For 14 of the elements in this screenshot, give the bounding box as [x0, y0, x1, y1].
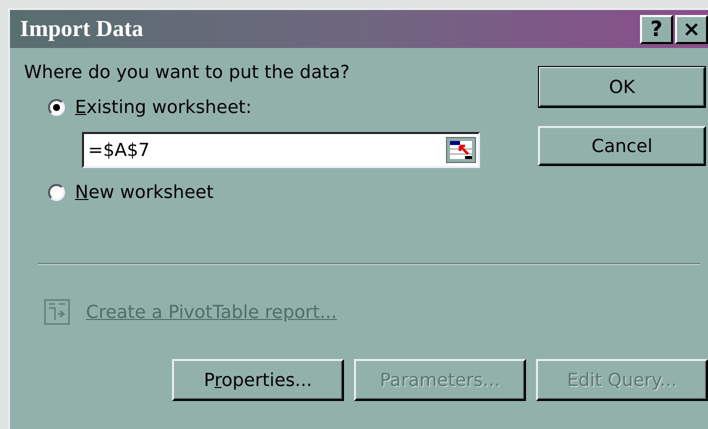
- properties-button[interactable]: Properties...: [172, 359, 344, 401]
- option-label[interactable]: New worksheet: [75, 182, 214, 203]
- radio-button[interactable]: [48, 99, 65, 116]
- ok-button[interactable]: OK: [538, 66, 706, 108]
- window-title: Import Data: [20, 16, 144, 42]
- range-field[interactable]: =$A$7: [82, 132, 480, 168]
- collapse-dialog-icon[interactable]: [446, 137, 476, 163]
- option-label[interactable]: Existing worksheet:: [75, 97, 252, 118]
- pivot-table-icon: [44, 299, 70, 325]
- close-button[interactable]: ×: [675, 14, 708, 44]
- radio-button[interactable]: [48, 184, 65, 201]
- help-button[interactable]: ?: [640, 14, 673, 44]
- cancel-button[interactable]: Cancel: [538, 126, 706, 166]
- prompt-label: Where do you want to put the data?: [24, 62, 351, 83]
